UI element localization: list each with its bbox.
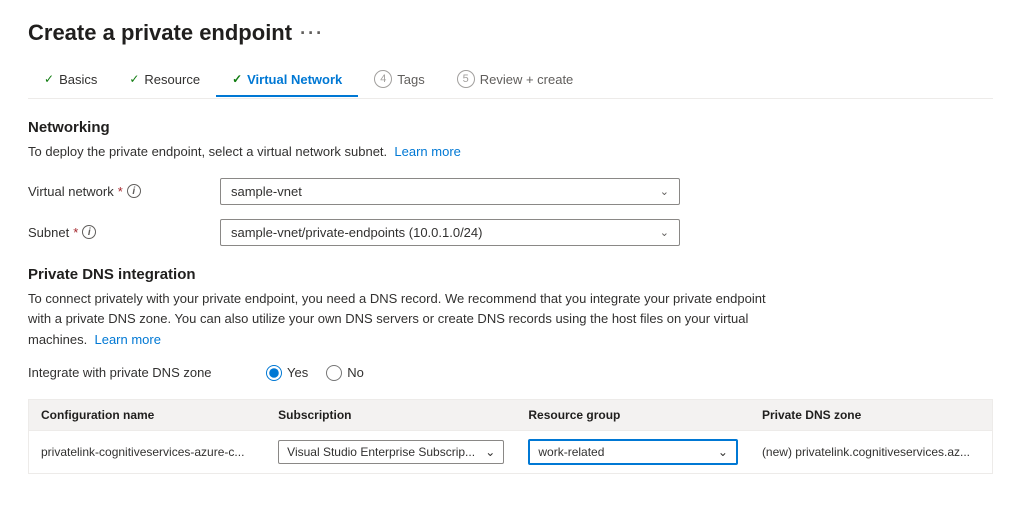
subnet-label-text: Subnet [28,225,69,240]
virtual-network-row: Virtual network * i sample-vnet ⌄ [28,178,993,205]
subnet-dropdown[interactable]: sample-vnet/private-endpoints (10.0.1.0/… [220,219,680,246]
wizard-tabs: ✓ Basics ✓ Resource ✓ Virtual Network 4 … [28,62,993,99]
col-resource-group: Resource group [516,399,750,430]
cell-config-name: privatelink-cognitiveservices-azure-c... [29,430,267,473]
col-subscription: Subscription [266,399,516,430]
subnet-chevron-icon: ⌄ [660,226,669,239]
networking-section-title: Networking [28,119,993,136]
tab-virtual-network-label: Virtual Network [247,72,342,87]
dns-section: Private DNS integration To connect priva… [28,266,993,474]
virtual-network-label: Virtual network * i [28,184,208,199]
subnet-required: * [73,225,78,240]
tab-resource-label: Resource [144,72,200,87]
dns-learn-more-link[interactable]: Learn more [94,332,160,347]
resource-group-chevron-icon: ⌄ [718,445,728,459]
subnet-row: Subnet * i sample-vnet/private-endpoints… [28,219,993,246]
col-dns-zone: Private DNS zone [750,399,993,430]
virtual-network-info-icon[interactable]: i [127,184,141,198]
tags-step-num: 4 [374,70,392,88]
dns-yes-label: Yes [287,365,308,380]
networking-desc-text: To deploy the private endpoint, select a… [28,144,387,159]
integrate-dns-row: Integrate with private DNS zone Yes No [28,365,993,381]
tab-tags-label: Tags [397,72,424,87]
dns-section-title: Private DNS integration [28,266,993,283]
tab-tags[interactable]: 4 Tags [358,62,440,98]
table-row: privatelink-cognitiveservices-azure-c...… [29,430,993,473]
dns-table: Configuration name Subscription Resource… [28,399,993,474]
virtual-network-dropdown-value: sample-vnet [231,184,302,199]
virtual-network-chevron-icon: ⌄ [660,185,669,198]
resource-check-icon: ✓ [129,72,139,86]
dns-yes-option[interactable]: Yes [266,365,308,381]
basics-check-icon: ✓ [44,72,54,86]
virtual-network-label-text: Virtual network [28,184,114,199]
page-title-ellipsis: ··· [300,23,324,44]
vnet-check-icon: ✓ [232,72,242,86]
virtual-network-dropdown[interactable]: sample-vnet ⌄ [220,178,680,205]
page-title-text: Create a private endpoint [28,20,292,46]
subscription-dropdown[interactable]: Visual Studio Enterprise Subscrip... ⌄ [278,440,504,464]
tab-review-create[interactable]: 5 Review + create [441,62,590,98]
review-step-num: 5 [457,70,475,88]
col-config-name: Configuration name [29,399,267,430]
networking-learn-more-link[interactable]: Learn more [394,144,460,159]
networking-section: Networking To deploy the private endpoin… [28,119,993,246]
virtual-network-required: * [118,184,123,199]
dns-section-desc: To connect privately with your private e… [28,289,778,351]
subscription-dropdown-value: Visual Studio Enterprise Subscrip... [287,445,475,459]
tab-resource[interactable]: ✓ Resource [113,64,216,97]
dns-no-radio[interactable] [326,365,342,381]
subnet-label: Subnet * i [28,225,208,240]
networking-section-desc: To deploy the private endpoint, select a… [28,142,993,162]
resource-group-dropdown[interactable]: work-related ⌄ [528,439,738,465]
tab-basics[interactable]: ✓ Basics [28,64,113,97]
page-title: Create a private endpoint ··· [28,20,993,46]
subscription-chevron-icon: ⌄ [485,445,495,459]
integrate-dns-label: Integrate with private DNS zone [28,365,248,380]
cell-resource-group[interactable]: work-related ⌄ [516,430,750,473]
cell-subscription[interactable]: Visual Studio Enterprise Subscrip... ⌄ [266,430,516,473]
subnet-info-icon[interactable]: i [82,225,96,239]
tab-virtual-network[interactable]: ✓ Virtual Network [216,64,358,97]
subnet-dropdown-value: sample-vnet/private-endpoints (10.0.1.0/… [231,225,482,240]
resource-group-dropdown-value: work-related [538,445,604,459]
tab-basics-label: Basics [59,72,97,87]
dns-no-label: No [347,365,364,380]
dns-no-option[interactable]: No [326,365,364,381]
dns-yes-radio[interactable] [266,365,282,381]
tab-review-create-label: Review + create [480,72,574,87]
cell-dns-zone: (new) privatelink.cognitiveservices.az..… [750,430,993,473]
